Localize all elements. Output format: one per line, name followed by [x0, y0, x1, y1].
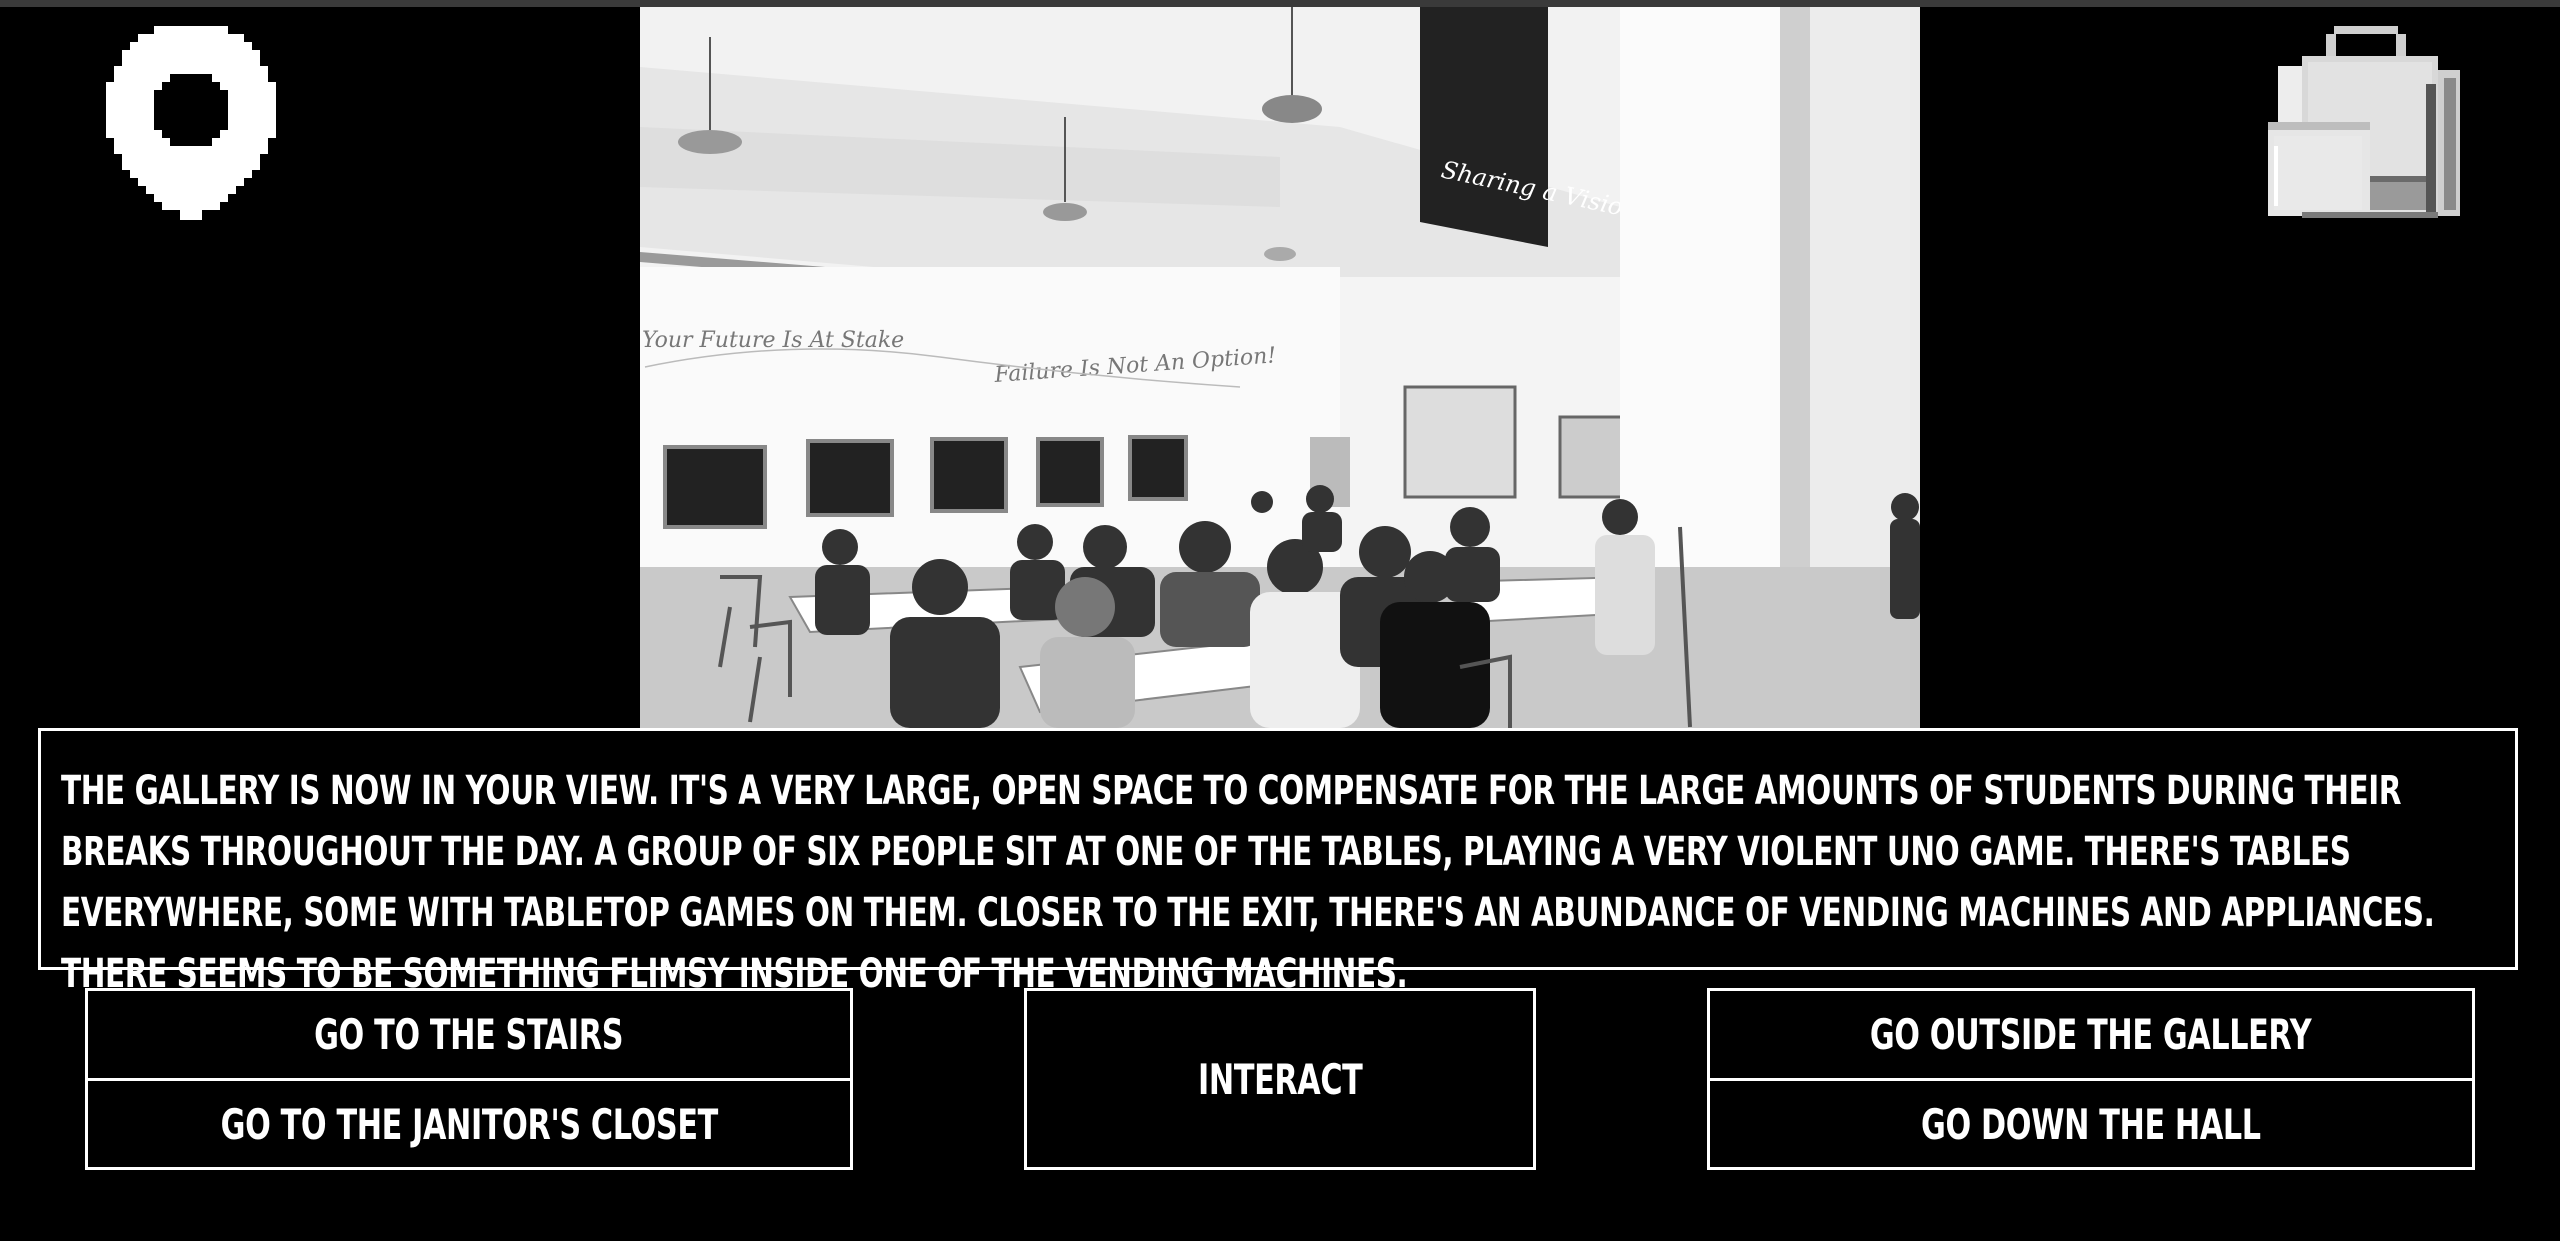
go-to-stairs-button[interactable]: GO TO THE STAIRS [85, 988, 853, 1081]
wall-text-left: Your Future Is At Stake [642, 328, 904, 353]
go-outside-gallery-label: GO OUTSIDE THE GALLERY [1870, 1010, 2312, 1059]
go-down-hall-button[interactable]: GO DOWN THE HALL [1707, 1078, 2475, 1170]
go-to-janitors-closet-button[interactable]: GO TO THE JANITOR'S CLOSET [85, 1078, 853, 1170]
interact-button[interactable]: INTERACT [1024, 988, 1536, 1170]
window-top-bar [0, 0, 2560, 7]
narration-text: The gallery is now in your view. It's a … [61, 768, 2435, 997]
go-to-janitors-closet-label: GO TO THE JANITOR'S CLOSET [220, 1099, 718, 1149]
go-down-hall-label: GO DOWN THE HALL [1921, 1099, 2261, 1149]
backpack-icon[interactable] [2268, 26, 2464, 222]
scene-image: Your Future Is At Stake Failure Is Not A… [640, 7, 1920, 728]
interact-label: INTERACT [1197, 1054, 1363, 1104]
map-pin-icon[interactable] [106, 26, 276, 221]
go-to-stairs-label: GO TO THE STAIRS [314, 1010, 624, 1059]
go-outside-gallery-button[interactable]: GO OUTSIDE THE GALLERY [1707, 988, 2475, 1081]
narration-box: The gallery is now in your view. It's a … [38, 728, 2518, 997]
